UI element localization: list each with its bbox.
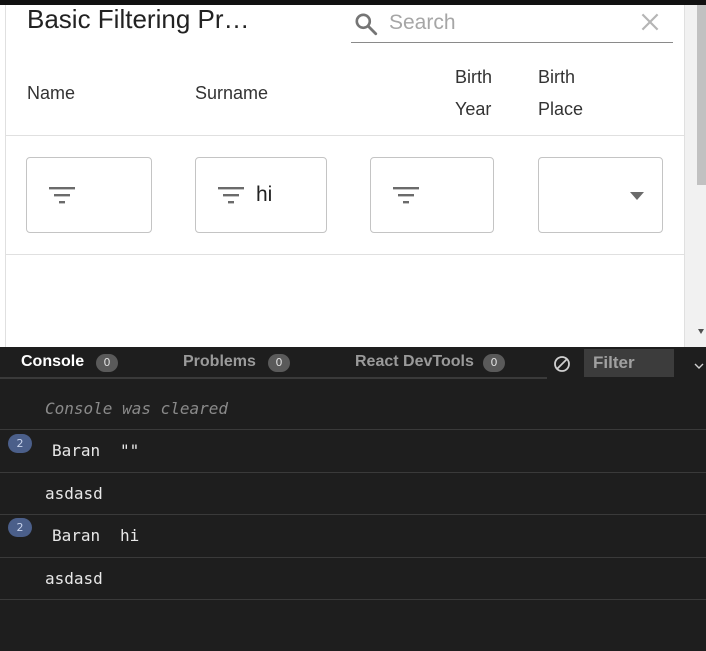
scrollbar-thumb[interactable] bbox=[697, 5, 706, 185]
dropdown-arrow-icon bbox=[630, 192, 644, 200]
console-message: asdasd bbox=[0, 473, 706, 515]
column-header-name[interactable]: Name bbox=[27, 77, 75, 109]
react-devtools-badge: 0 bbox=[483, 354, 505, 372]
console-arg: Baran bbox=[52, 441, 101, 460]
search-box[interactable] bbox=[351, 5, 673, 43]
repeat-count-badge: 2 bbox=[8, 518, 32, 537]
column-header-birth-year-line1: Birth bbox=[455, 67, 493, 87]
console-message: Console was cleared bbox=[0, 379, 706, 430]
console-arg: hi bbox=[120, 526, 140, 545]
column-header-birth-year-line2: Year bbox=[455, 99, 492, 119]
console-message: 2 Baran hi bbox=[0, 515, 706, 558]
column-header-birth-year[interactable]: Birth Year bbox=[455, 61, 492, 125]
row-divider bbox=[6, 254, 684, 255]
tab-problems[interactable]: Problems bbox=[183, 347, 256, 377]
scrollbar[interactable] bbox=[685, 5, 706, 347]
console-message-text: asdasd bbox=[45, 569, 103, 588]
search-input[interactable] bbox=[389, 8, 629, 38]
console-message: asdasd bbox=[0, 558, 706, 600]
table-title: Basic Filtering Pr… bbox=[27, 4, 250, 34]
birth-place-filter-select[interactable] bbox=[538, 157, 663, 233]
console-output: Console was cleared 2 Baran "" asdasd 2 … bbox=[0, 379, 706, 651]
problems-badge: 0 bbox=[268, 354, 290, 372]
name-filter-input[interactable] bbox=[87, 180, 147, 210]
console-message-text: Console was cleared bbox=[45, 399, 229, 418]
column-header-birth-place-line1: Birth bbox=[538, 67, 576, 87]
console-message: 2 Baran "" bbox=[0, 430, 706, 473]
surname-filter-input[interactable] bbox=[256, 180, 316, 210]
filter-list-icon bbox=[49, 187, 75, 204]
surname-filter-field[interactable] bbox=[195, 157, 327, 233]
column-header-birth-place-line2: Place bbox=[538, 99, 584, 119]
name-filter-field[interactable] bbox=[26, 157, 152, 233]
repeat-count-badge: 2 bbox=[8, 434, 32, 453]
console-filter-input[interactable] bbox=[584, 349, 674, 377]
panel-border-left bbox=[5, 5, 6, 347]
devtools-tab-bar: Console 0 Problems 0 React DevTools 0 bbox=[0, 347, 706, 377]
header-divider bbox=[6, 135, 684, 136]
close-icon[interactable] bbox=[637, 9, 663, 35]
console-badge: 0 bbox=[96, 354, 118, 372]
scroll-down-arrow-icon[interactable] bbox=[696, 328, 706, 336]
console-arg: Baran bbox=[52, 526, 101, 545]
column-header-surname[interactable]: Surname bbox=[195, 77, 268, 109]
clear-console-icon[interactable] bbox=[553, 355, 571, 373]
birth-year-filter-input[interactable] bbox=[431, 180, 491, 210]
devtools-panel: Console 0 Problems 0 React DevTools 0 Co… bbox=[0, 347, 706, 651]
column-header-birth-place[interactable]: Birth Place bbox=[538, 61, 583, 125]
tab-console[interactable]: Console bbox=[21, 347, 84, 377]
chevron-down-icon[interactable] bbox=[694, 363, 704, 369]
tab-react-devtools[interactable]: React DevTools bbox=[355, 347, 474, 377]
search-icon bbox=[355, 13, 378, 36]
birth-year-filter-field[interactable] bbox=[370, 157, 494, 233]
filter-list-icon bbox=[218, 187, 244, 204]
console-arg: "" bbox=[120, 441, 140, 460]
filter-list-icon bbox=[393, 187, 419, 204]
table-panel: Basic Filtering Pr… Name Surname Birth Y… bbox=[0, 0, 706, 347]
console-message-text: asdasd bbox=[45, 484, 103, 503]
